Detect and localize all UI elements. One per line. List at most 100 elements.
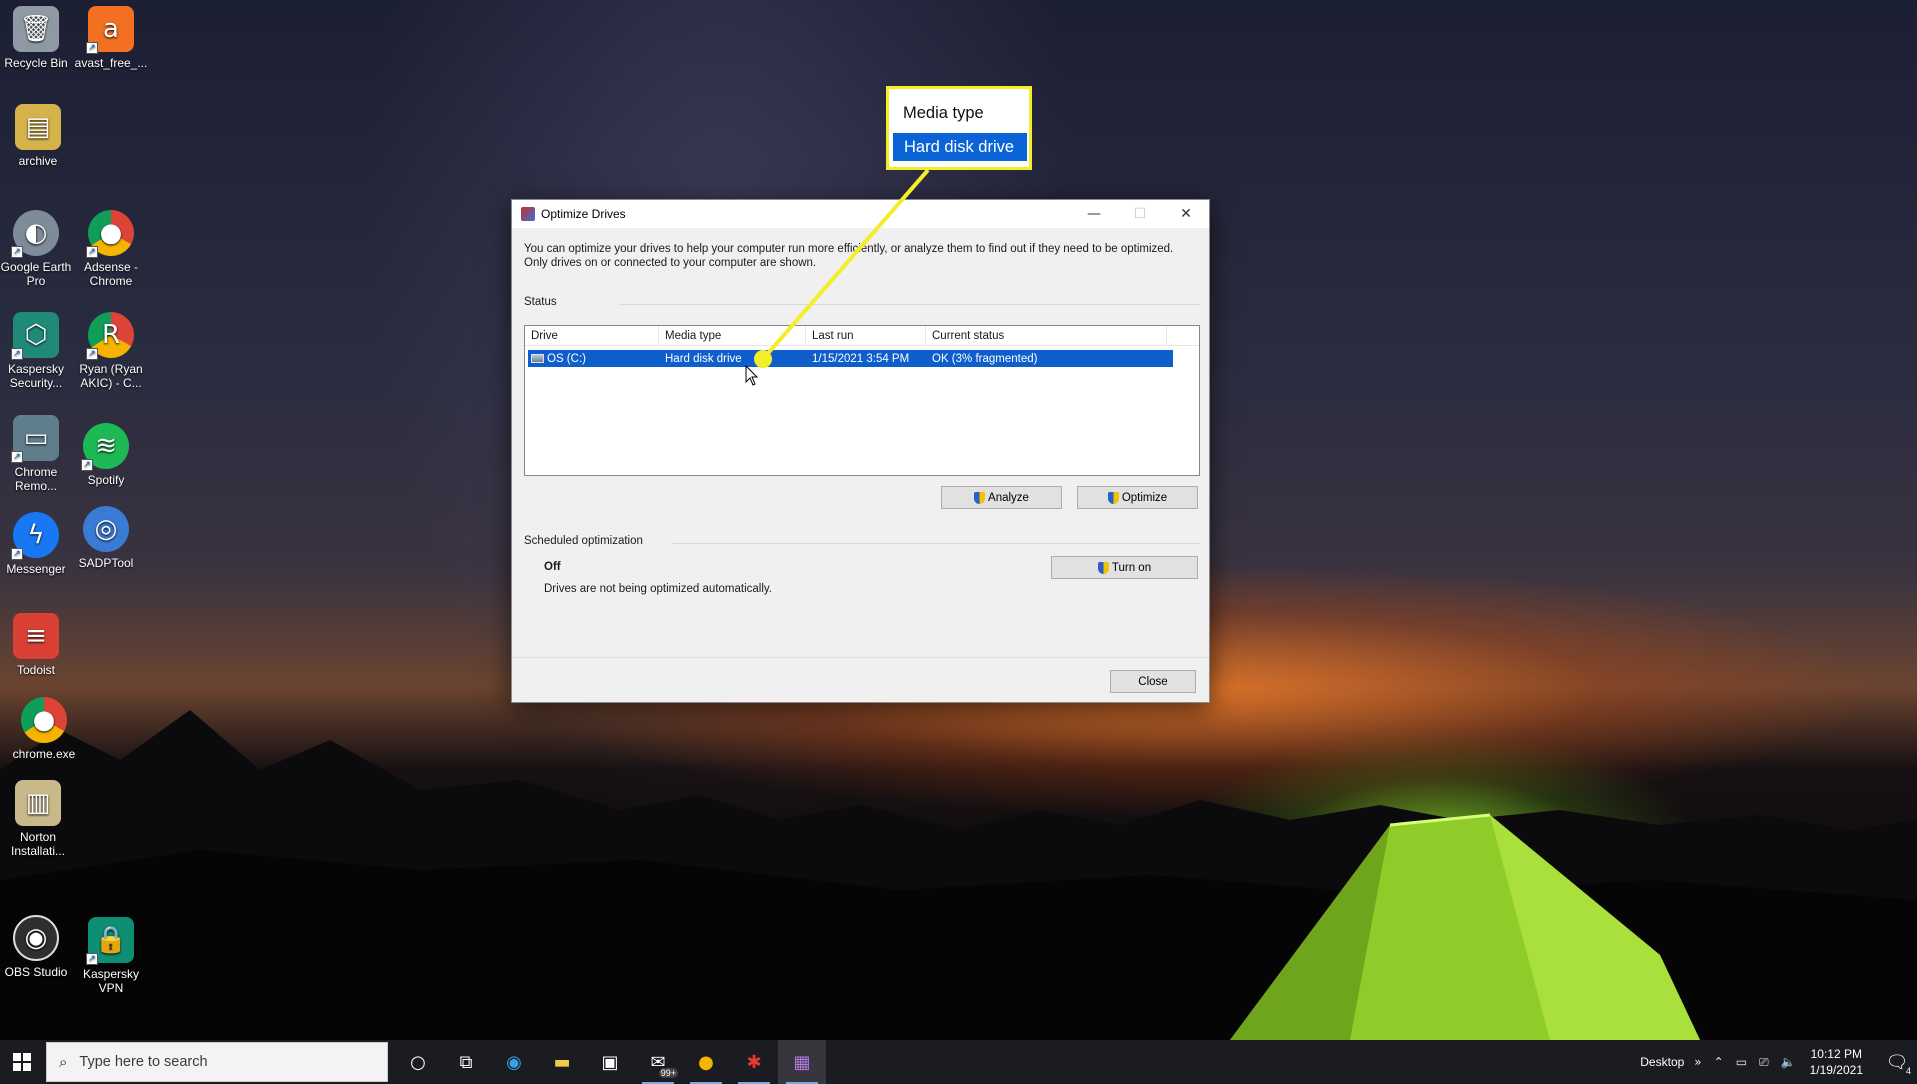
windows-logo-icon [13, 1053, 31, 1071]
hard-drive-icon [531, 353, 544, 363]
column-header-current-status[interactable]: Current status [926, 326, 1167, 345]
current-status-cell: OK (3% fragmented) [932, 352, 1038, 365]
minimize-button[interactable]: — [1071, 200, 1117, 228]
scheduled-group-label: Scheduled optimization [524, 535, 643, 547]
mail-icon[interactable]: ✉ 99+ [634, 1040, 682, 1084]
edge-icon[interactable]: ◉ [490, 1040, 538, 1084]
turn-on-label: Turn on [1111, 561, 1152, 574]
toolbar-expand-icon[interactable]: » [1694, 1055, 1701, 1069]
chrome-icon: ● [21, 697, 67, 743]
search-icon: ⌕ [59, 1053, 68, 1071]
avast-icon: a ↗ [86, 6, 134, 54]
optimize-drives-taskbar-icon[interactable]: ▦ [778, 1040, 826, 1084]
desktop-icon-label: Spotify [87, 473, 125, 487]
red-app-icon[interactable]: ✱ [730, 1040, 778, 1084]
kaspersky-icon: ⬡ ↗ [11, 312, 59, 360]
schedule-state: Off [544, 561, 561, 573]
close-window-button[interactable]: ✕ [1163, 200, 1209, 228]
chrome-taskbar-icon[interactable]: ● [682, 1040, 730, 1084]
desktop-icon-adsense-chrome[interactable]: ● ↗ Adsense - Chrome [71, 210, 151, 288]
desktop-icon-label: archive [18, 154, 58, 168]
desktop-toolbar-label[interactable]: Desktop [1640, 1055, 1684, 1069]
analyze-button[interactable]: Analyze [941, 486, 1062, 509]
chrome-profile-icon: R ↗ [86, 312, 134, 360]
drive-cell: OS (C:) [528, 353, 659, 365]
uac-shield-icon [1107, 491, 1119, 504]
column-header-last-run[interactable]: Last run [806, 326, 926, 345]
scheduled-divider [672, 543, 1200, 544]
desktop-icon-label: Todoist [16, 663, 56, 677]
system-tray: Desktop » ⌃ ▭ ⎚ 🔈 10:12 PM 1/19/2021 🗨 4 [1640, 1040, 1917, 1084]
search-box[interactable]: ⌕ Type here to search [46, 1042, 388, 1082]
messenger-icon: ϟ ↗ [11, 512, 59, 560]
clock[interactable]: 10:12 PM 1/19/2021 [1810, 1046, 1863, 1078]
desktop-icon-label: Recycle Bin [4, 56, 68, 70]
start-button[interactable] [0, 1040, 44, 1084]
taskbar: ⌕ Type here to search ○ ⧉ ◉ ▬ ▣ ✉ 99+ ● ✱… [0, 1040, 1917, 1084]
notification-center-icon[interactable]: 🗨 4 [1877, 1040, 1917, 1084]
schedule-description: Drives are not being optimized automatic… [544, 583, 772, 595]
desktop-icon-label: Kaspersky VPN [82, 967, 140, 995]
title-bar[interactable]: Optimize Drives — ☐ ✕ [512, 200, 1209, 228]
file-explorer-icon[interactable]: ▬ [538, 1040, 586, 1084]
desktop-icon-norton[interactable]: ▥ Norton Installati... [0, 780, 78, 858]
todoist-icon: ≡ [13, 613, 59, 659]
desktop-icon-todoist[interactable]: ≡ Todoist [0, 613, 76, 677]
recycle-bin-icon: 🗑 [13, 6, 59, 52]
column-header-drive[interactable]: Drive [525, 326, 659, 345]
spotify-icon: ≋ ↗ [81, 423, 129, 471]
mail-badge: 99+ [658, 1068, 678, 1078]
desktop-icon-chrome-exe[interactable]: ● chrome.exe [4, 697, 84, 761]
window-footer: Close [512, 657, 1209, 702]
desktop-icon-label: Chrome Remo... [14, 465, 58, 493]
close-button[interactable]: Close [1110, 670, 1196, 693]
desktop-icon-google-earth[interactable]: ◐ ↗ Google Earth Pro [0, 210, 76, 288]
uac-shield-icon [1097, 561, 1109, 574]
desktop-icon-spotify[interactable]: ≋ ↗ Spotify [66, 423, 146, 487]
desktop-icon-chrome-remote[interactable]: ▭ ↗ Chrome Remo... [0, 415, 76, 493]
last-run-cell: 1/15/2021 3:54 PM [812, 352, 910, 365]
window-title: Optimize Drives [541, 207, 626, 221]
desktop-icon-label: SADPTool [78, 556, 134, 570]
desktop-icon-obs[interactable]: ◉ OBS Studio [0, 915, 76, 979]
obs-icon: ◉ [13, 915, 59, 961]
desktop-icon-label: OBS Studio [4, 965, 68, 979]
desktop: 🗑 Recycle Bin a ↗ avast_free_... ▤ archiv… [0, 0, 1917, 1040]
search-placeholder: Type here to search [79, 1054, 208, 1070]
desktop-icon-avast[interactable]: a ↗ avast_free_... [71, 6, 151, 70]
norton-icon: ▥ [15, 780, 61, 826]
optimize-button[interactable]: Optimize [1077, 486, 1198, 509]
desktop-icon-label: Google Earth Pro [0, 260, 72, 288]
desktop-icon-recycle-bin[interactable]: 🗑 Recycle Bin [0, 6, 76, 70]
notification-count: 4 [1905, 1066, 1911, 1076]
desktop-icon-messenger[interactable]: ϟ ↗ Messenger [0, 512, 76, 576]
defrag-app-icon [521, 207, 535, 221]
table-row[interactable]: OS (C:) Hard disk drive 1/15/2021 3:54 P… [528, 350, 1173, 367]
show-hidden-icons-chevron-icon[interactable]: ⌃ [1714, 1055, 1724, 1069]
column-header-media-type[interactable]: Media type [659, 326, 806, 345]
turn-on-button[interactable]: Turn on [1051, 556, 1198, 579]
clock-date: 1/19/2021 [1809, 1063, 1863, 1077]
google-earth-icon: ◐ ↗ [11, 210, 59, 258]
store-icon[interactable]: ▣ [586, 1040, 634, 1084]
desktop-icon-ryan-chrome[interactable]: R ↗ Ryan (Ryan AKIC) - C... [71, 312, 151, 390]
callout-selected-value: Hard disk drive [893, 133, 1027, 161]
desktop-icon-sadptool[interactable]: ◎ SADPTool [66, 506, 146, 570]
task-view-icon[interactable]: ⧉ [442, 1040, 490, 1084]
callout-header: Media type [903, 104, 984, 122]
drives-list[interactable]: Drive Media type Last run Current status… [524, 325, 1200, 476]
desktop-icon-kaspersky-security[interactable]: ⬡ ↗ Kaspersky Security... [0, 312, 76, 390]
battery-icon[interactable]: ▭ [1736, 1055, 1747, 1069]
desktop-icon-archive[interactable]: ▤ archive [0, 104, 78, 168]
network-icon[interactable]: ⎚ [1759, 1055, 1769, 1070]
desktop-icon-kaspersky-vpn[interactable]: 🔒 ↗ Kaspersky VPN [71, 917, 151, 995]
uac-shield-icon [974, 491, 986, 504]
desktop-icon-label: chrome.exe [12, 747, 76, 761]
analyze-label: Analyze [988, 491, 1029, 504]
kaspersky-vpn-icon: 🔒 ↗ [86, 917, 134, 965]
clock-time: 10:12 PM [1810, 1047, 1862, 1061]
volume-icon[interactable]: 🔈 [1781, 1055, 1796, 1069]
archive-icon: ▤ [15, 104, 61, 150]
cortana-icon[interactable]: ○ [394, 1040, 442, 1084]
media-type-callout: Media type Hard disk drive [886, 86, 1032, 170]
